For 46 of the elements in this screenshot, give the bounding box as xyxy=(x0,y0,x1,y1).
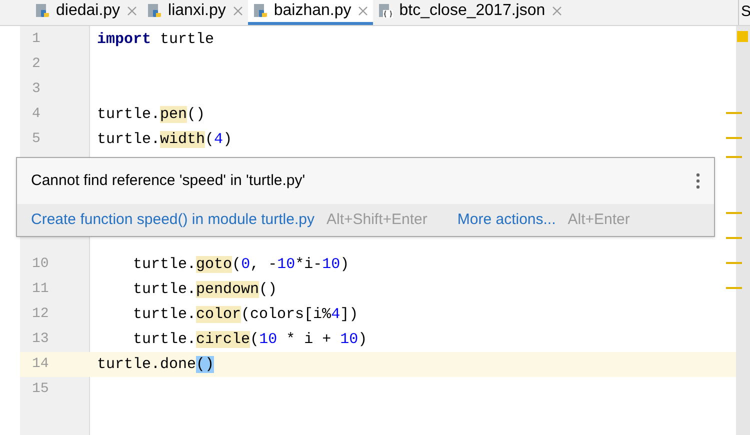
close-icon[interactable] xyxy=(358,6,368,16)
line-number: 12 xyxy=(32,305,49,324)
shortcut-hint: Alt+Shift+Enter xyxy=(326,210,428,230)
code-line: turtle.pen() xyxy=(97,105,206,125)
python-file-icon xyxy=(147,3,164,19)
close-icon[interactable] xyxy=(552,6,562,16)
editor-tab[interactable]: btc_close_2017.json xyxy=(373,0,568,25)
quick-fix-link[interactable]: Create function speed() in module turtle.py xyxy=(31,208,314,232)
shortcut-hint: Alt+Enter xyxy=(568,210,630,230)
close-icon[interactable] xyxy=(127,6,138,16)
line-number: 1 xyxy=(32,30,40,49)
close-icon[interactable] xyxy=(232,6,243,16)
line-number: 14 xyxy=(32,355,49,374)
error-message: Cannot find reference 'speed' in 'turtle.py' xyxy=(31,170,306,191)
more-options-icon[interactable] xyxy=(696,173,700,189)
code-line: turtle.pendown() xyxy=(132,280,278,300)
quick-fix-link[interactable]: More actions... xyxy=(457,208,556,232)
warning-stripe-mark[interactable] xyxy=(726,237,742,239)
tab-label[interactable]: S xyxy=(741,1,750,24)
warning-stripe-mark[interactable] xyxy=(726,212,742,214)
code-line: turtle.done() xyxy=(97,355,214,375)
json-file-icon xyxy=(378,3,394,19)
code-line: turtle.circle(10 * i + 10) xyxy=(132,330,368,350)
warning-stripe-mark[interactable] xyxy=(726,262,742,264)
warning-stripe-mark[interactable] xyxy=(726,112,742,114)
editor-tab[interactable]: baizhan.py xyxy=(248,0,374,25)
python-file-icon xyxy=(35,3,51,19)
line-number: 3 xyxy=(32,80,40,99)
warning-stripe-mark[interactable] xyxy=(726,137,742,139)
line-number: 11 xyxy=(32,280,49,299)
line-number: 2 xyxy=(32,55,40,74)
editor-tab[interactable]: lianxi.py xyxy=(142,0,248,25)
code-line: turtle.goto(0, -10*i-10) xyxy=(132,255,350,275)
code-line: turtle.width(4) xyxy=(97,130,232,150)
python-file-icon xyxy=(252,3,269,19)
line-number: 13 xyxy=(32,330,49,349)
warning-marker-icon xyxy=(737,31,748,42)
line-number: 5 xyxy=(32,130,40,149)
code-line: turtle.color(colors[i%4]) xyxy=(132,305,358,325)
warning-stripe-mark[interactable] xyxy=(726,156,742,158)
editor-tab[interactable]: diedai.py xyxy=(30,0,142,25)
warning-stripe-mark[interactable] xyxy=(726,287,742,289)
code-line: import turtle xyxy=(97,30,214,50)
line-number: 15 xyxy=(32,380,49,399)
line-number: 10 xyxy=(32,255,49,274)
line-number: 4 xyxy=(32,105,40,124)
